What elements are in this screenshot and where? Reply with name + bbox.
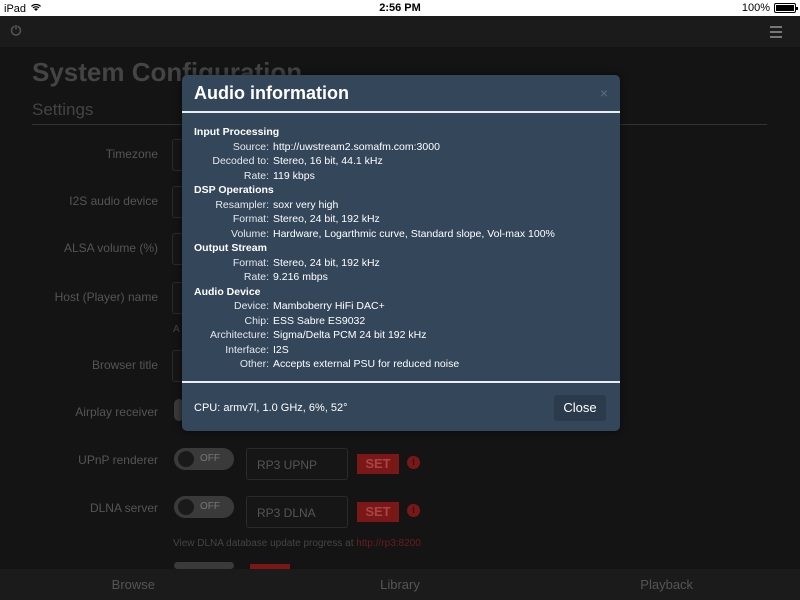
dlna-progress-link[interactable]: http://rp3:8200	[356, 538, 421, 549]
info-row: Other: Accepts external PSU for reduced n…	[239, 358, 460, 370]
footer-divider	[182, 381, 620, 383]
nav-library[interactable]: Library	[267, 569, 534, 600]
close-icon[interactable]: ×	[600, 85, 608, 101]
hamburger-menu-icon[interactable]	[770, 26, 782, 41]
info-row: Decoded to: Stereo, 16 bit, 44.1 kHz	[212, 155, 383, 167]
dlna-name-input[interactable]: RP3 DLNA	[246, 496, 348, 528]
info-row: Device: Mamboberry HiFi DAC+	[233, 300, 385, 312]
modal-body: Input Processing Source: http://uwstream2…	[194, 125, 610, 372]
alsa-volume-label: ALSA volume (%)	[63, 241, 158, 255]
info-row: Volume: Hardware, Logarthmic curve, Stand…	[231, 227, 555, 240]
info-row: Format: Stereo, 24 bit, 192 kHz	[232, 213, 380, 225]
host-name-label: Host (Player) name	[54, 290, 158, 304]
info-row: Rate: 119 kbps	[243, 169, 315, 182]
dlna-note: View DLNA database update progress at ht…	[173, 538, 421, 549]
group-title-dsp: DSP Operations	[194, 184, 274, 196]
nav-playback[interactable]: Playback	[533, 569, 800, 600]
airplay-label: Airplay receiver	[75, 405, 158, 419]
status-bar: iPad 2:56 PM 100%	[0, 0, 800, 16]
audio-info-modal: Audio information × Input Processing Sou…	[182, 75, 620, 431]
info-row: Format: Stereo, 24 bit, 192 kHz	[232, 256, 380, 269]
bottom-nav: Browse Library Playback	[0, 569, 800, 600]
header-divider	[182, 111, 620, 113]
info-row: Interface: I2S	[225, 343, 289, 356]
battery-icon	[774, 3, 798, 13]
info-row: Chip: ESS Sabre ES9032	[244, 314, 366, 327]
info-row: Architecture: Sigma/Delta PCM 24 bit 192 …	[210, 329, 427, 341]
dlna-set-button[interactable]: SET	[357, 502, 399, 522]
modal-header: Audio information ×	[182, 75, 620, 111]
host-name-note: A	[173, 324, 180, 335]
info-row: Rate: 9.216 mbps	[243, 271, 328, 283]
upnp-info-icon[interactable]: i	[407, 456, 420, 469]
upnp-toggle[interactable]: OFF	[174, 448, 234, 470]
group-title-input: Input Processing	[194, 126, 280, 138]
cpu-info: CPU: armv7l, 1.0 GHz, 6%, 52°	[194, 402, 348, 414]
battery-percent: 100%	[741, 2, 770, 14]
group-title-output: Output Stream	[194, 242, 267, 254]
power-icon[interactable]	[10, 24, 24, 38]
i2s-device-label: I2S audio device	[69, 194, 158, 208]
close-button[interactable]: Close	[554, 395, 606, 421]
section-title: Settings	[32, 100, 94, 119]
upnp-toggle-state: OFF	[200, 453, 220, 464]
dlna-toggle-state: OFF	[200, 501, 220, 512]
app-top-bar	[0, 16, 800, 47]
upnp-set-button[interactable]: SET	[357, 454, 399, 474]
upnp-label: UPnP renderer	[78, 453, 158, 467]
dlna-label: DLNA server	[89, 501, 158, 515]
dlna-info-icon[interactable]: i	[407, 504, 420, 517]
modal-title: Audio information	[194, 83, 349, 103]
dlna-toggle[interactable]: OFF	[174, 496, 234, 518]
timezone-label: Timezone	[105, 147, 158, 161]
status-time: 2:56 PM	[379, 2, 421, 14]
group-title-device: Audio Device	[194, 285, 261, 298]
browser-title-label: Browser title	[91, 358, 158, 372]
next-toggle-partial[interactable]	[174, 562, 234, 569]
info-row: Source: http://uwstream2.somafm.com:3000	[232, 140, 440, 153]
info-row: Resampler: soxr very high	[215, 198, 339, 211]
nav-browse[interactable]: Browse	[0, 569, 267, 600]
upnp-name-input[interactable]: RP3 UPNP	[246, 448, 348, 480]
